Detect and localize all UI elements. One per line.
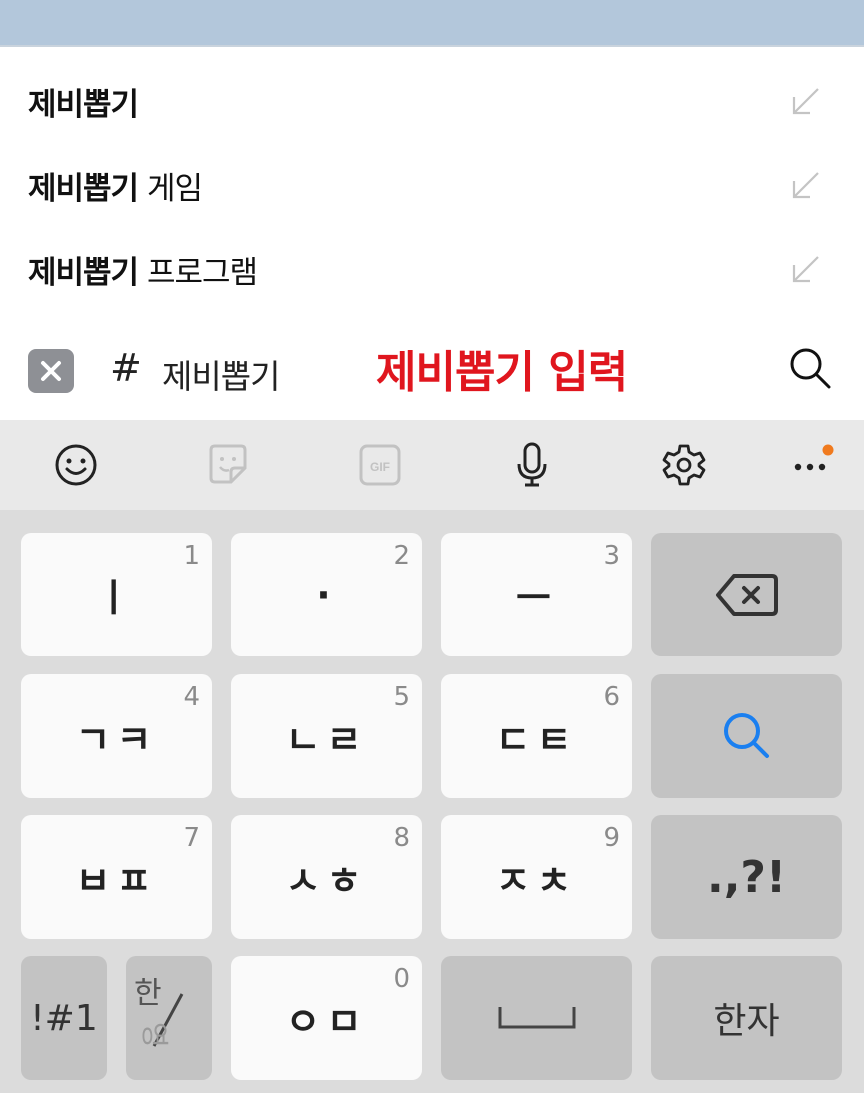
key-4[interactable]: ㄱㅋ 4 <box>21 674 212 798</box>
key-label: 한자 <box>713 1001 780 1042</box>
key-label: .,?! <box>706 851 787 903</box>
keyboard-toolbar: GIF <box>0 420 864 510</box>
space-icon <box>498 1007 575 1029</box>
key-char: ㄷㅌ <box>495 717 578 762</box>
suggestion-text: 제비뽑기 게임 <box>28 170 203 207</box>
key-3[interactable]: ㅡ3 <box>441 533 632 656</box>
search-bar: # 제비뽑기 제비뽑기 입력 <box>0 320 864 420</box>
language-toggle-key[interactable]: 한 영 <box>126 956 212 1080</box>
lang-english-label: 영 <box>138 1022 171 1048</box>
backspace-key[interactable] <box>651 533 842 656</box>
arrow-up-left-icon[interactable] <box>788 169 822 203</box>
key-number: 8 <box>393 823 410 853</box>
key-7[interactable]: ㅂㅍ 7 <box>21 815 212 939</box>
settings-icon[interactable] <box>661 442 707 488</box>
hashtag-symbol: # <box>110 346 142 390</box>
close-icon <box>41 361 61 381</box>
annotation-label: 제비뽑기 입력 <box>376 347 628 398</box>
gif-icon[interactable]: GIF <box>357 442 403 488</box>
key-2[interactable]: · 2 <box>231 533 422 656</box>
backspace-icon <box>715 573 778 616</box>
key-char: · <box>316 572 337 617</box>
more-icon[interactable] <box>789 442 835 488</box>
key-char: ㄱㅋ <box>75 717 158 762</box>
key-number: 4 <box>183 682 200 712</box>
key-number: 1 <box>183 541 200 571</box>
svg-text:GIF: GIF <box>370 460 390 474</box>
key-9[interactable]: ㅈㅊ 9 <box>441 815 632 939</box>
keyboard: ㅣ1 · 2 ㅡ3 ㄱㅋ 4 ㄴㄹ 5 ㄷㅌ 6 ㅂㅍ 7 ㅅㅎ 8 ㅈㅊ 9 .,?! !#… <box>0 510 864 1093</box>
key-char: ㅅㅎ <box>285 858 368 903</box>
arrow-up-left-icon[interactable] <box>788 253 822 287</box>
key-number: 2 <box>393 541 410 571</box>
space-key[interactable] <box>441 956 632 1080</box>
sticker-icon[interactable] <box>205 442 251 488</box>
status-bar <box>0 0 864 47</box>
suggestion-text: 제비뽑기 <box>28 86 139 123</box>
key-number: 6 <box>603 682 620 712</box>
notification-dot <box>822 444 834 456</box>
microphone-icon[interactable] <box>509 442 555 488</box>
suggestion-item[interactable]: 제비뽑기 게임 <box>0 143 864 227</box>
emoji-icon[interactable] <box>53 442 99 488</box>
key-char: ㅇㅁ <box>285 999 368 1044</box>
key-number: 3 <box>603 541 620 571</box>
search-key[interactable] <box>651 674 842 798</box>
search-icon <box>723 713 769 758</box>
key-char: ㅈㅊ <box>495 858 578 903</box>
key-6[interactable]: ㄷㅌ 6 <box>441 674 632 798</box>
key-0[interactable]: ㅇㅁ 0 <box>231 956 422 1080</box>
suggestion-item[interactable]: 제비뽑기 <box>0 59 864 143</box>
key-char: ㅡ <box>516 576 557 620</box>
clear-button[interactable] <box>28 349 74 393</box>
key-5[interactable]: ㄴㄹ 5 <box>231 674 422 798</box>
arrow-up-left-icon[interactable] <box>788 85 822 119</box>
search-input[interactable]: 제비뽑기 <box>162 350 280 398</box>
key-label: !#1 <box>30 997 98 1039</box>
key-number: 5 <box>393 682 410 712</box>
symbols-key[interactable]: !#1 <box>21 956 107 1080</box>
key-char: ㄴㄹ <box>285 717 368 762</box>
key-1[interactable]: ㅣ1 <box>21 533 212 656</box>
key-8[interactable]: ㅅㅎ 8 <box>231 815 422 939</box>
key-number: 9 <box>603 823 620 853</box>
search-icon[interactable] <box>786 344 834 392</box>
hanja-key[interactable]: 한자 <box>651 956 842 1080</box>
suggestion-item[interactable]: 제비뽑기 프로그램 <box>0 227 864 311</box>
key-char: ㅣ <box>96 576 137 620</box>
key-number: 7 <box>183 823 200 853</box>
key-number: 0 <box>393 964 410 994</box>
punctuation-key[interactable]: .,?! <box>651 815 842 939</box>
suggestion-list: 제비뽑기 제비뽑기 게임 제비뽑기 프로그램 <box>0 47 864 327</box>
suggestion-text: 제비뽑기 프로그램 <box>28 254 258 291</box>
key-char: ㅂㅍ <box>75 858 158 903</box>
